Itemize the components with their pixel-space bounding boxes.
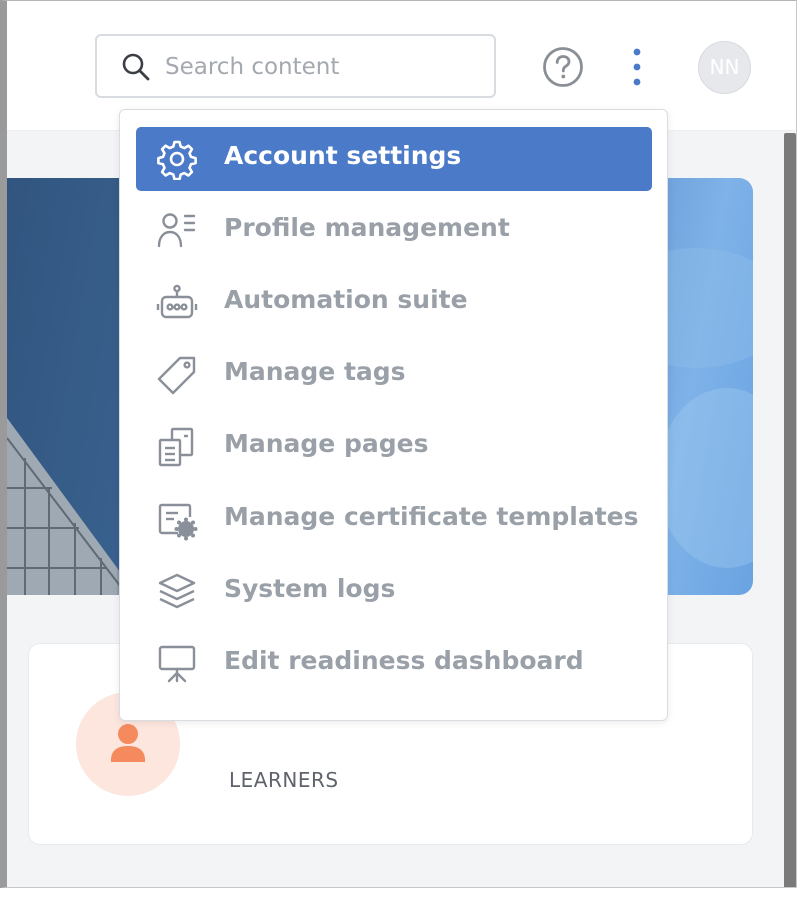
menu-item-label: Profile management	[224, 213, 510, 242]
menu-item-label: Manage pages	[224, 429, 429, 458]
layers-icon	[158, 573, 196, 609]
settings-dropdown-menu: Account settings Profile management Auto…	[119, 109, 668, 721]
pages-icon	[158, 427, 194, 467]
menu-item-account-settings[interactable]: Account settings	[136, 127, 652, 191]
menu-item-label: Manage tags	[224, 357, 406, 386]
certificate-icon	[158, 503, 198, 541]
menu-item-manage-pages[interactable]: Manage pages	[136, 415, 652, 479]
menu-item-system-logs[interactable]: System logs	[136, 560, 652, 624]
menu-item-edit-readiness-dashboard[interactable]: Edit readiness dashboard	[136, 632, 652, 696]
search-input[interactable]	[165, 48, 475, 86]
avatar[interactable]: NN	[698, 41, 751, 94]
scrollbar[interactable]	[784, 133, 796, 887]
app-window: NN	[0, 0, 797, 888]
menu-item-label: Account settings	[224, 141, 462, 170]
presentation-icon	[158, 645, 196, 683]
search-box[interactable]	[95, 34, 496, 98]
menu-item-automation-suite[interactable]: Automation suite	[136, 271, 652, 335]
menu-item-manage-tags[interactable]: Manage tags	[136, 343, 652, 407]
gear-icon	[157, 140, 197, 180]
menu-item-label: Edit readiness dashboard	[224, 646, 584, 675]
question-circle-icon[interactable]	[542, 46, 584, 88]
menu-item-label: System logs	[224, 574, 396, 603]
tag-icon	[157, 356, 196, 395]
kebab-menu-icon[interactable]	[629, 47, 645, 87]
learners-label: LEARNERS	[229, 768, 339, 792]
menu-item-manage-certificate-templates[interactable]: Manage certificate templates	[136, 488, 652, 552]
user-list-icon	[157, 213, 196, 248]
menu-item-label: Automation suite	[224, 285, 468, 314]
menu-item-profile-management[interactable]: Profile management	[136, 199, 652, 263]
search-icon	[122, 53, 150, 81]
robot-icon	[156, 284, 198, 319]
menu-item-label: Manage certificate templates	[224, 502, 639, 531]
